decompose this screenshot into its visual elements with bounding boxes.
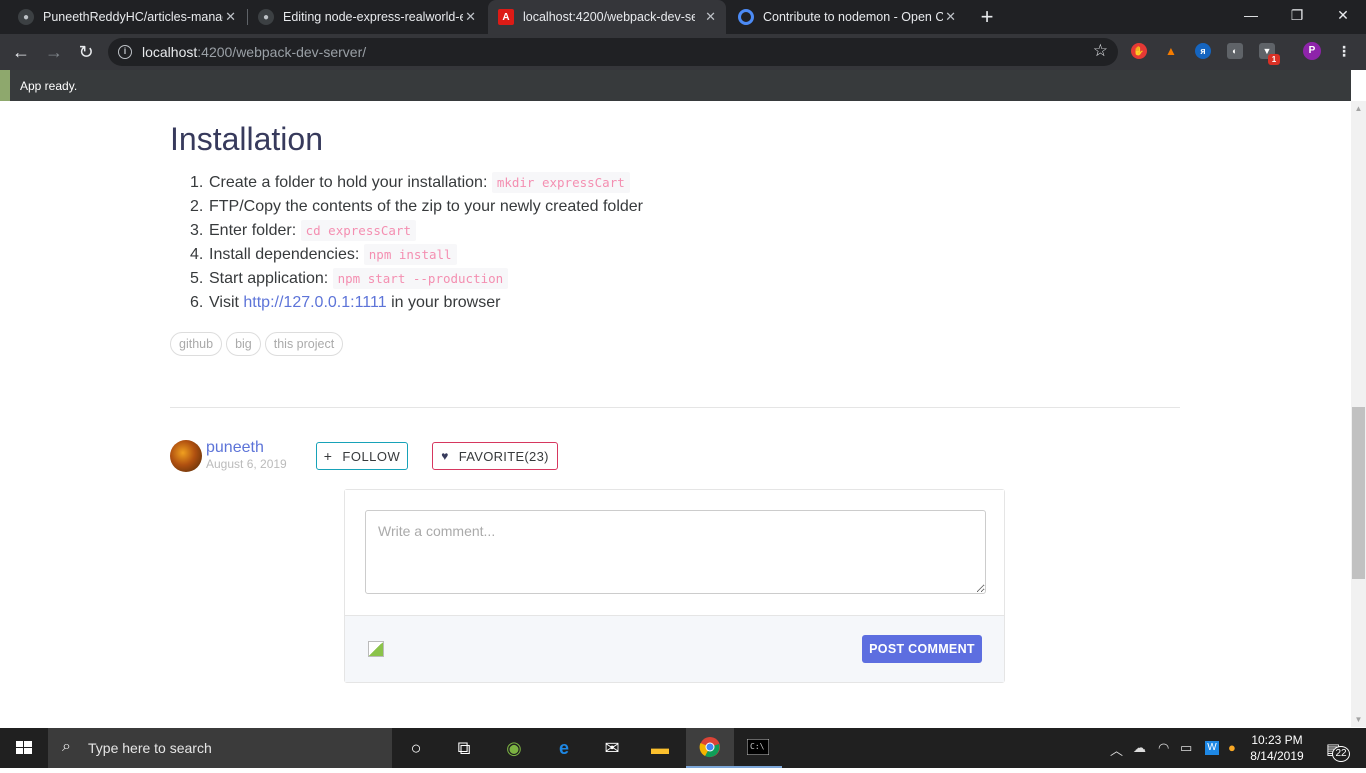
- extension-badge: 1: [1268, 54, 1280, 65]
- adblock-icon[interactable]: ✋: [1131, 43, 1147, 59]
- status-accent: [0, 70, 10, 101]
- word-icon[interactable]: W: [1205, 741, 1219, 755]
- list-item: 3. Enter folder: cd expressCart: [190, 219, 643, 243]
- author-name[interactable]: puneeth: [206, 439, 264, 457]
- list-item: 6. Visit http://127.0.0.1:1111 in your br…: [190, 294, 501, 311]
- publish-date: August 6, 2019: [206, 457, 287, 471]
- cortana-icon[interactable]: ○: [392, 728, 440, 768]
- site-info-icon[interactable]: i: [118, 45, 132, 59]
- bookmark-star-icon[interactable]: ☆: [1093, 41, 1108, 61]
- status-message: App ready.: [20, 79, 78, 93]
- reload-button[interactable]: ↻: [74, 40, 98, 64]
- post-comment-button[interactable]: POST COMMENT: [862, 635, 982, 663]
- weather-icon[interactable]: ●: [1228, 740, 1236, 755]
- menu-dots-icon[interactable]: ⋮: [1336, 43, 1352, 59]
- mail-icon[interactable]: ✉: [588, 728, 636, 768]
- comment-form: POST COMMENT: [344, 489, 1005, 683]
- close-tab-icon[interactable]: ✕: [225, 9, 236, 25]
- android-studio-icon[interactable]: ◉: [490, 728, 538, 768]
- extension-icon[interactable]: я: [1195, 43, 1211, 59]
- windows-taskbar: ⌕ Type here to search ○ ⧉ ◉ e ✉ ▬ C:\ ︿ …: [0, 728, 1366, 768]
- tab-editing-node-express[interactable]: ● Editing node-express-realworld-e ✕: [248, 0, 486, 34]
- new-tab-button[interactable]: +: [974, 4, 1000, 30]
- svg-text:C:\: C:\: [750, 742, 765, 751]
- close-window-button[interactable]: ✕: [1320, 0, 1366, 30]
- terminal-icon[interactable]: C:\: [734, 728, 782, 768]
- minimize-button[interactable]: —: [1228, 0, 1274, 30]
- heart-icon: ♥: [441, 449, 449, 463]
- onedrive-icon[interactable]: ☁: [1133, 740, 1146, 756]
- chevron-up-icon[interactable]: ︿: [1110, 740, 1123, 759]
- tab-localhost[interactable]: A localhost:4200/webpack-dev-serv ✕: [488, 0, 726, 34]
- tag-github[interactable]: github: [170, 332, 223, 356]
- comment-form-footer: POST COMMENT: [345, 616, 1004, 682]
- notification-count: 22: [1332, 746, 1350, 762]
- comment-input[interactable]: [365, 510, 986, 594]
- taskbar-search[interactable]: ⌕ Type here to search: [48, 728, 392, 768]
- action-center-button[interactable]: ▤ 22: [1318, 728, 1366, 768]
- tag-big[interactable]: big: [226, 332, 261, 356]
- localhost-link[interactable]: http://127.0.0.1:1111: [243, 294, 386, 311]
- address-bar[interactable]: i localhost:4200/webpack-dev-server/ ☆: [108, 38, 1118, 66]
- list-item: 1. Create a folder to hold your installat…: [190, 171, 643, 195]
- code-snippet: npm install: [363, 244, 457, 265]
- github-icon: ●: [18, 9, 34, 25]
- favorite-button[interactable]: ♥ FAVORITE(23): [432, 442, 558, 470]
- plus-icon: +: [323, 448, 333, 464]
- scrollbar-thumb[interactable]: [1352, 407, 1365, 579]
- section-heading: Installation: [170, 121, 323, 157]
- wifi-icon[interactable]: ◠: [1158, 740, 1169, 756]
- extension-icon[interactable]: ◐: [1227, 43, 1243, 59]
- installation-steps: 1. Create a folder to hold your installat…: [190, 171, 643, 315]
- tab-contribute-nodemon[interactable]: Contribute to nodemon - Open C ✕: [728, 0, 966, 34]
- scroll-down-arrow[interactable]: ▼: [1351, 712, 1366, 727]
- file-explorer-icon[interactable]: ▬: [636, 728, 684, 768]
- code-snippet: cd expressCart: [300, 220, 416, 241]
- back-button[interactable]: ←: [9, 40, 33, 64]
- browser-toolbar: ← → ↻ i localhost:4200/webpack-dev-serve…: [0, 34, 1366, 70]
- chrome-icon[interactable]: [686, 728, 734, 768]
- restore-button[interactable]: ❐: [1274, 0, 1320, 30]
- github-icon: ●: [258, 9, 274, 25]
- article-page: Installation 1. Create a folder to hold y…: [0, 101, 1351, 727]
- battery-icon[interactable]: ▭: [1180, 740, 1192, 756]
- edge-icon[interactable]: e: [540, 728, 588, 768]
- scroll-up-arrow[interactable]: ▲: [1351, 101, 1366, 116]
- profile-avatar[interactable]: P: [1303, 42, 1321, 60]
- windows-logo-icon: [16, 741, 32, 754]
- app-status-bar: App ready.: [0, 70, 1351, 101]
- list-item: 2. FTP/Copy the contents of the zip to yo…: [190, 198, 643, 215]
- angular-icon: A: [498, 9, 514, 25]
- start-button[interactable]: [0, 728, 48, 768]
- comment-form-body: [345, 490, 1004, 616]
- url-text: localhost:4200/webpack-dev-server/: [142, 44, 367, 60]
- browser-tab-bar: ● PuneethReddyHC/articles-manag ✕ ● Edit…: [0, 0, 1366, 34]
- list-item: 5. Start application: npm start --product…: [190, 267, 643, 291]
- system-clock[interactable]: 10:23 PM 8/14/2019: [1248, 732, 1306, 764]
- code-snippet: mkdir expressCart: [491, 172, 630, 193]
- list-item: 4. Install dependencies: npm install: [190, 243, 643, 267]
- opencollective-icon: [738, 9, 754, 25]
- close-tab-icon[interactable]: ✕: [465, 9, 476, 25]
- tag-this-project[interactable]: this project: [264, 332, 344, 356]
- task-view-icon[interactable]: ⧉: [440, 728, 488, 768]
- close-tab-icon[interactable]: ✕: [945, 9, 956, 25]
- forward-button[interactable]: →: [42, 40, 66, 64]
- search-icon: ⌕: [62, 738, 71, 755]
- user-image-icon: [368, 641, 384, 657]
- divider: [170, 407, 1180, 408]
- tag-list: github big this project: [170, 332, 347, 356]
- follow-button[interactable]: + FOLLOW: [316, 442, 408, 470]
- close-tab-icon[interactable]: ✕: [705, 9, 716, 25]
- code-snippet: npm start --production: [332, 268, 509, 289]
- tab-articles-manager[interactable]: ● PuneethReddyHC/articles-manag ✕: [8, 0, 246, 34]
- extension-icon[interactable]: ▲: [1163, 43, 1179, 59]
- author-avatar[interactable]: [170, 440, 202, 472]
